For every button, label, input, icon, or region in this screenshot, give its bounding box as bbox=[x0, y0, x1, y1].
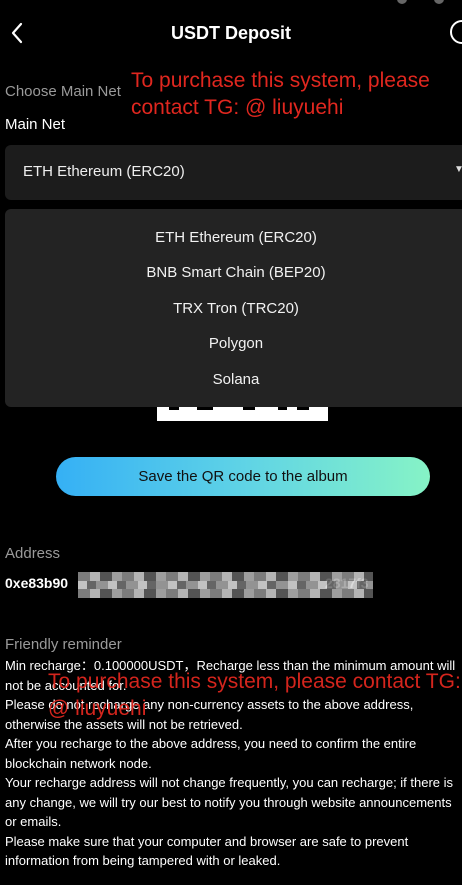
reminder-line: Your recharge address will not change fr… bbox=[5, 775, 454, 829]
main-net-selected-value: ETH Ethereum (ERC20) bbox=[23, 163, 185, 180]
reminder-line: Please do not recharge any non-currency … bbox=[5, 697, 414, 732]
reminder-text: Min recharge：0.100000USDT，Recharge less … bbox=[5, 656, 462, 871]
page-title: USDT Deposit bbox=[170, 23, 291, 43]
header: USDT Deposit bbox=[0, 0, 462, 66]
main-net-label: Main Net bbox=[5, 116, 66, 133]
main-net-option[interactable]: Solana bbox=[5, 365, 462, 395]
reminder-line: Min recharge：0.100000USDT，Recharge less … bbox=[5, 658, 456, 693]
main-net-option[interactable]: ETH Ethereum (ERC20) bbox=[5, 223, 462, 253]
address-redaction bbox=[78, 572, 373, 598]
main-net-dropdown: ETH Ethereum (ERC20) BNB Smart Chain (BE… bbox=[5, 209, 462, 407]
save-qr-button[interactable]: Save the QR code to the album bbox=[56, 457, 430, 496]
caret-down-icon: ▼ bbox=[454, 164, 462, 175]
main-net-option[interactable]: Polygon bbox=[5, 329, 462, 359]
main-net-option[interactable]: TRX Tron (TRC20) bbox=[5, 294, 462, 324]
choose-main-net-label: Choose Main Net bbox=[5, 83, 121, 100]
main-net-option[interactable]: BNB Smart Chain (BEP20) bbox=[5, 258, 462, 288]
watermark-text: To purchase this system, please contact … bbox=[131, 69, 430, 119]
address-prefix: 0xe83b90 bbox=[5, 575, 69, 591]
reminder-line: After you recharge to the above address,… bbox=[5, 736, 417, 771]
reminder-title: Friendly reminder bbox=[5, 636, 122, 653]
main-net-select[interactable]: ETH Ethereum (ERC20) ▼ bbox=[5, 145, 462, 200]
address-label: Address bbox=[5, 545, 61, 562]
reminder-line: Please make sure that your computer and … bbox=[5, 833, 409, 869]
